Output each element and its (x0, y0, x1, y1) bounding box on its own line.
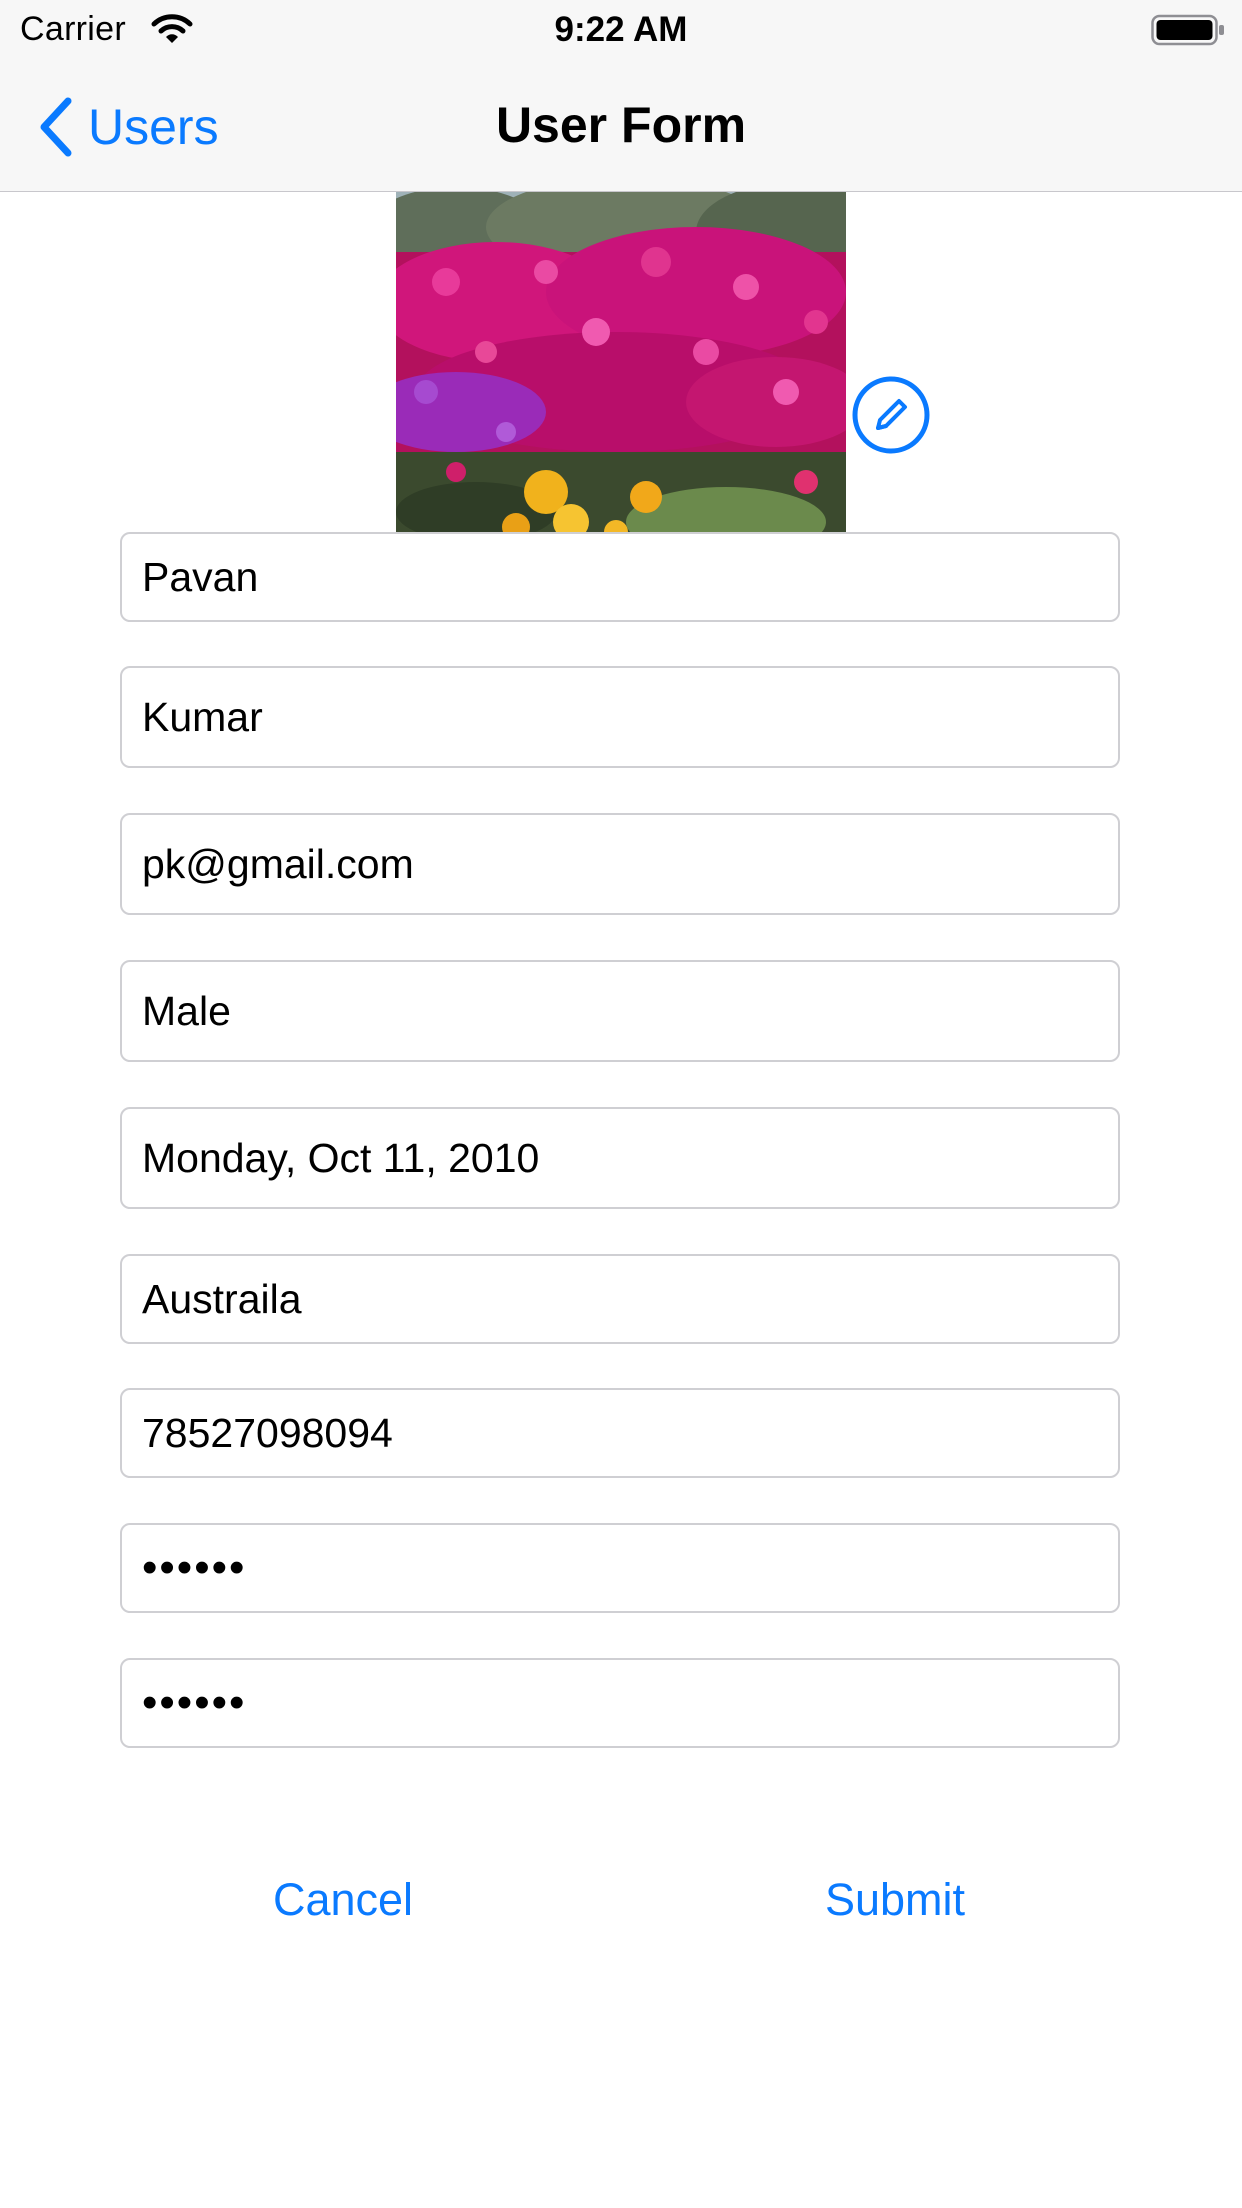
phone-field[interactable]: 78527098094 (120, 1388, 1120, 1478)
flower-field-photo-icon (396, 192, 846, 551)
confirm-password-field[interactable]: •••••• (120, 1658, 1120, 1748)
user-form-screen: Carrier 9:22 AM Users User Form Pavan Ku… (0, 0, 1242, 2208)
battery-icon (1151, 14, 1224, 46)
gender-field[interactable]: Male (120, 960, 1120, 1062)
cancel-button[interactable]: Cancel (243, 1870, 443, 1930)
status-bar: Carrier 9:22 AM (0, 0, 1242, 60)
email-field[interactable]: pk@gmail.com (120, 813, 1120, 915)
status-time: 9:22 AM (554, 10, 688, 49)
last-name-field[interactable]: Kumar (120, 666, 1120, 768)
page-title: User Form (495, 97, 747, 153)
first-name-field[interactable]: Pavan (120, 532, 1120, 622)
date-of-birth-field[interactable]: Monday, Oct 11, 2010 (120, 1107, 1120, 1209)
profile-photo[interactable] (396, 192, 846, 551)
submit-button[interactable]: Submit (795, 1870, 995, 1930)
password-field[interactable]: •••••• (120, 1523, 1120, 1613)
pencil-circle-icon[interactable] (851, 375, 931, 455)
country-field[interactable]: Austraila (120, 1254, 1120, 1344)
navigation-bar: Users User Form (0, 60, 1242, 192)
